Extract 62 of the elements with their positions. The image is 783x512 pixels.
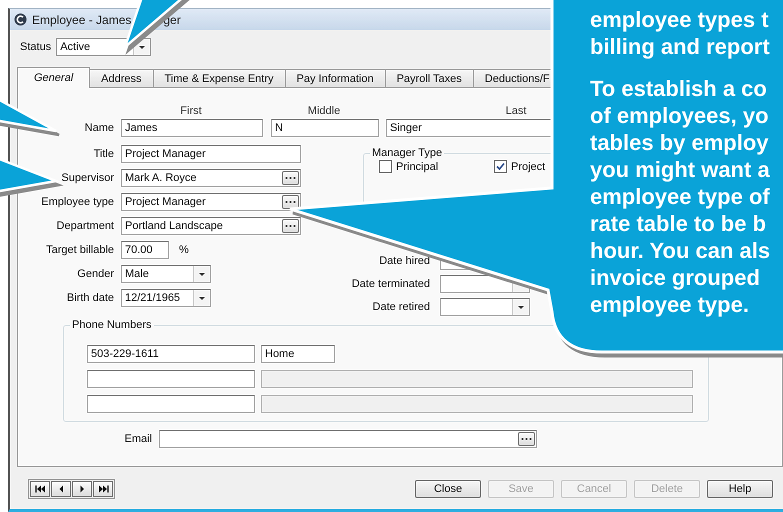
dropdown-field[interactable] [440, 298, 530, 316]
checkmark-icon [496, 162, 505, 171]
field-label: Birth date [66, 292, 114, 304]
next-button[interactable] [72, 481, 92, 497]
lookup-field[interactable]: Project Manager [121, 193, 301, 211]
browse-button[interactable] [282, 219, 299, 233]
first-record-icon [34, 486, 44, 492]
text-field[interactable]: 503-229-1611 [87, 345, 255, 363]
app-logo-icon [14, 14, 26, 26]
tab[interactable]: Payroll Taxes [384, 69, 474, 87]
field-label: Title [92, 148, 114, 160]
dropdown-field[interactable]: 12/21/1965 [121, 289, 211, 307]
status-dropdown[interactable]: Active [56, 38, 152, 56]
text-field[interactable]: Home [261, 345, 335, 363]
lookup-field[interactable] [159, 430, 537, 448]
text-field[interactable]: 70.00 [121, 241, 169, 259]
dropdown-field[interactable]: Male [121, 265, 211, 283]
text-field[interactable] [87, 370, 255, 388]
unit-label: % [179, 244, 189, 256]
field-label: Supervisor [60, 172, 114, 184]
field-label: Employee type [40, 196, 114, 208]
lookup-field[interactable]: Mark A. Royce [121, 169, 301, 187]
field-label: Name [84, 122, 114, 134]
tab[interactable]: Time & Expense Entry [152, 69, 286, 87]
dialog-button[interactable]: Help [707, 480, 773, 498]
next-icon [80, 486, 84, 492]
first-button[interactable] [30, 481, 50, 497]
field-label: Target billable [45, 244, 114, 256]
checkbox[interactable] [494, 160, 507, 173]
group-title: Phone Numbers [70, 319, 154, 331]
callout-text: employee types t billing and report [590, 6, 771, 60]
previous-icon [59, 486, 62, 492]
text-field[interactable]: N [271, 119, 379, 137]
text-field[interactable] [87, 395, 255, 413]
window-title: Employee - James [32, 12, 132, 26]
field-label: Date retired [372, 301, 430, 313]
previous-button[interactable] [51, 481, 71, 497]
field-label: Date terminated [350, 278, 430, 290]
tab[interactable]: Address [89, 69, 154, 87]
tab[interactable]: Pay Information [284, 69, 386, 87]
checkbox-label: Principal [396, 160, 438, 172]
browse-button[interactable] [282, 171, 299, 185]
dialog-button[interactable]: Close [415, 480, 481, 498]
group-title: Manager Type [370, 147, 444, 159]
browse-button[interactable] [518, 432, 535, 446]
tab[interactable]: General [17, 67, 90, 88]
last-button[interactable] [93, 481, 113, 497]
field-label: Gender [76, 268, 114, 280]
text-field[interactable]: Project Manager [121, 145, 301, 163]
browse-button[interactable] [282, 195, 299, 209]
checkbox[interactable] [379, 160, 392, 173]
text-field[interactable]: James [121, 119, 263, 137]
column-header: First [179, 105, 203, 119]
lookup-field[interactable]: Portland Landscape [121, 217, 301, 235]
last-record-icon [98, 486, 108, 492]
column-header: Last [504, 105, 528, 119]
field-label: Email [123, 433, 152, 445]
field-label: Department [56, 220, 114, 232]
checkbox-label: Project [511, 160, 546, 172]
column-header: Middle [306, 105, 342, 119]
field-label: Status [20, 41, 52, 53]
field-label: Date hired [378, 255, 430, 267]
